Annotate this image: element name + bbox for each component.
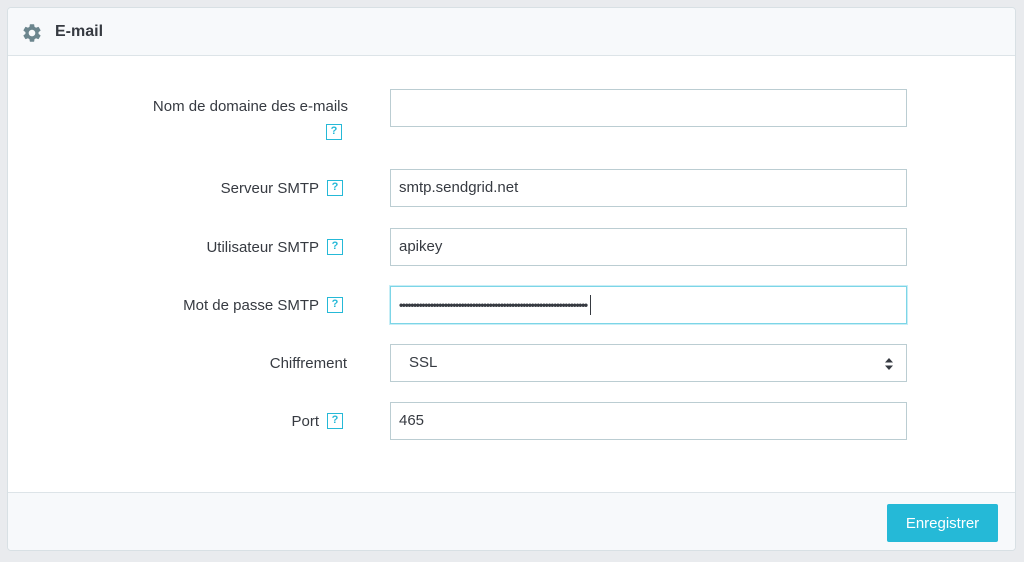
encryption-row: Chiffrement SSL — [8, 344, 1015, 382]
help-icon[interactable]: ? — [327, 297, 343, 313]
smtp-user-label: Utilisateur SMTP — [206, 238, 319, 256]
smtp-password-label: Mot de passe SMTP — [183, 296, 319, 314]
text-caret — [589, 295, 591, 316]
email-settings-panel: E-mail Nom de domaine des e-mails ? Serv… — [7, 7, 1016, 551]
smtp-user-row: Utilisateur SMTP ? apikey — [8, 228, 1015, 266]
domain-label-block: Nom de domaine des e-mails ? — [153, 97, 348, 140]
smtp-server-input[interactable]: smtp.sendgrid.net — [390, 169, 907, 207]
encryption-label: Chiffrement — [269, 354, 347, 372]
password-dots: ••••••••••••••••••••••••••••••••••••••••… — [399, 298, 588, 312]
smtp-server-label-block: Serveur SMTP ? — [221, 169, 343, 207]
smtp-password-label-block: Mot de passe SMTP ? — [183, 286, 343, 324]
help-icon[interactable]: ? — [327, 239, 343, 255]
port-label-block: Port ? — [291, 402, 343, 440]
help-icon[interactable]: ? — [327, 180, 343, 196]
smtp-user-input[interactable]: apikey — [390, 228, 907, 266]
smtp-user-label-block: Utilisateur SMTP ? — [206, 228, 343, 266]
panel-footer: Enregistrer — [8, 492, 1015, 550]
encryption-label-block: Chiffrement — [270, 344, 347, 382]
smtp-server-row: Serveur SMTP ? smtp.sendgrid.net — [8, 169, 1015, 207]
gear-icon — [23, 24, 41, 42]
save-button[interactable]: Enregistrer — [887, 504, 998, 542]
smtp-password-row: Mot de passe SMTP ? ••••••••••••••••••••… — [8, 286, 1015, 324]
smtp-password-input[interactable]: ••••••••••••••••••••••••••••••••••••••••… — [390, 286, 907, 324]
port-row: Port ? 465 — [8, 402, 1015, 440]
encryption-selected-value: SSL — [409, 354, 438, 371]
domain-input[interactable] — [390, 89, 907, 127]
help-icon[interactable]: ? — [326, 124, 342, 140]
port-input[interactable]: 465 — [390, 402, 907, 440]
port-label: Port — [291, 412, 319, 430]
panel-header: E-mail — [8, 8, 1015, 56]
domain-row: Nom de domaine des e-mails ? — [8, 89, 1015, 145]
help-icon[interactable]: ? — [327, 413, 343, 429]
domain-label: Nom de domaine des e-mails — [152, 98, 348, 115]
smtp-server-label: Serveur SMTP — [220, 179, 319, 197]
select-arrows-icon — [885, 358, 893, 370]
encryption-select[interactable]: SSL — [390, 344, 907, 382]
panel-title: E-mail — [55, 23, 104, 40]
